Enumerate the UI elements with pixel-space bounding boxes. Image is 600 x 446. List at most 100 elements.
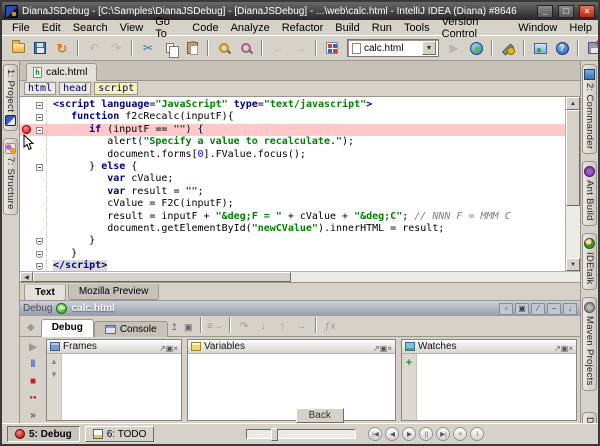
breakpoint-gutter[interactable] bbox=[20, 111, 34, 123]
fold-gutter[interactable] bbox=[34, 111, 47, 123]
code-line[interactable]: function f2cRecalc(inputF){ bbox=[20, 111, 565, 123]
code-line[interactable]: document.getElementById("newCValue").inn… bbox=[20, 223, 565, 235]
player-close-button[interactable]: × bbox=[453, 427, 467, 441]
close-panel-icon[interactable]: × bbox=[568, 344, 573, 353]
fold-icon[interactable] bbox=[36, 114, 43, 121]
dock-tab-7-structure[interactable]: 7: Structure bbox=[3, 138, 18, 215]
show-execution-point-button[interactable]: ≡→ bbox=[206, 318, 225, 334]
fold-icon[interactable] bbox=[36, 164, 43, 171]
toolwindow-button-6-todo[interactable]: 6: TODO bbox=[85, 426, 155, 442]
settings-button[interactable] bbox=[497, 38, 519, 58]
player-seek-slider[interactable] bbox=[246, 429, 356, 439]
menu-item-file[interactable]: File bbox=[6, 21, 36, 35]
menu-item-window[interactable]: Window bbox=[512, 21, 563, 35]
float-tab-icon[interactable]: ▣ bbox=[181, 322, 196, 336]
pause-button[interactable]: ‖ bbox=[24, 358, 42, 370]
pin-window-icon[interactable]: ⁄ bbox=[531, 303, 545, 315]
fold-gutter[interactable] bbox=[34, 99, 47, 111]
code-line[interactable]: alert("Specify a value to recalculate.")… bbox=[20, 136, 565, 148]
fold-icon[interactable] bbox=[36, 102, 43, 109]
fold-gutter[interactable] bbox=[34, 149, 47, 161]
cut-button[interactable]: ✂ bbox=[137, 38, 159, 58]
float-panel-icon[interactable]: ↗ bbox=[159, 344, 166, 353]
fold-icon[interactable] bbox=[36, 263, 43, 270]
panel-content-watches[interactable] bbox=[417, 354, 576, 420]
help-button[interactable]: ? bbox=[551, 38, 573, 58]
run-configuration-combo[interactable]: calc.html▼ bbox=[347, 39, 439, 57]
float-window-icon[interactable]: ▫ bbox=[499, 303, 513, 315]
close-panel-icon[interactable]: × bbox=[387, 344, 392, 353]
code-line[interactable]: </script> bbox=[20, 260, 565, 271]
code-line[interactable]: <script language="JavaScript" type="text… bbox=[20, 99, 565, 111]
scroll-track[interactable] bbox=[566, 206, 580, 258]
code-line[interactable]: } else { bbox=[20, 161, 565, 173]
run-button[interactable]: ▶ bbox=[443, 38, 465, 58]
hide-window-icon[interactable]: ↓ bbox=[563, 303, 577, 315]
save-all-button[interactable] bbox=[29, 38, 51, 58]
player-rewind-button[interactable]: |◀ bbox=[368, 427, 382, 441]
view-tab-text[interactable]: Text bbox=[24, 284, 66, 301]
find-in-path-button[interactable] bbox=[235, 38, 257, 58]
combo-dropdown-arrow-icon[interactable]: ▼ bbox=[422, 41, 436, 55]
run-to-cursor-button[interactable]: → bbox=[292, 318, 311, 334]
dock-tab-ant-build[interactable]: Ant Build bbox=[582, 161, 597, 226]
editor-vertical-scrollbar[interactable]: ▲ ▼ bbox=[565, 97, 580, 271]
breadcrumb-head[interactable]: head bbox=[59, 82, 91, 95]
menu-item-help[interactable]: Help bbox=[563, 21, 598, 35]
fold-gutter[interactable] bbox=[34, 223, 47, 235]
step-over-button[interactable]: ↷ bbox=[235, 318, 254, 334]
breakpoint-gutter[interactable] bbox=[20, 260, 34, 271]
step-into-button[interactable]: ↓ bbox=[254, 318, 273, 334]
resume-button[interactable]: ▶ bbox=[24, 341, 42, 353]
editor-tab-calc-html[interactable]: hcalc.html bbox=[26, 63, 97, 81]
code-line[interactable]: result = inputF + "&deg;F = " + cValue +… bbox=[20, 211, 565, 223]
dock-tab-idetalk[interactable]: IDEtalk bbox=[582, 233, 597, 290]
fold-gutter[interactable] bbox=[34, 248, 47, 260]
vertical-scroll-thumb[interactable] bbox=[566, 110, 580, 206]
dock-tab-1-project[interactable]: 1: Project bbox=[3, 64, 18, 131]
more-options-button[interactable]: » bbox=[24, 409, 42, 421]
scroll-down-button[interactable]: ▼ bbox=[566, 258, 580, 271]
menu-item-view[interactable]: View bbox=[114, 21, 150, 35]
back-button[interactable]: ← bbox=[267, 38, 289, 58]
code-line[interactable]: var cValue; bbox=[20, 173, 565, 185]
player-forward-button[interactable]: ▶| bbox=[436, 427, 450, 441]
code-line[interactable]: } bbox=[20, 248, 565, 260]
scroll-left-button[interactable]: ◀ bbox=[20, 272, 33, 282]
player-play-button[interactable]: ▶ bbox=[402, 427, 416, 441]
code-line[interactable]: } bbox=[20, 235, 565, 247]
fold-gutter[interactable] bbox=[34, 161, 47, 173]
code-line[interactable]: if (inputF == "") { bbox=[20, 124, 565, 136]
copy-button[interactable] bbox=[159, 38, 181, 58]
back-button[interactable]: Back bbox=[296, 408, 344, 423]
float-panel-icon[interactable]: ↗ bbox=[373, 344, 380, 353]
player-info-button[interactable]: i bbox=[470, 427, 484, 441]
debug-tab-console[interactable]: Console bbox=[94, 321, 168, 337]
fold-icon[interactable] bbox=[36, 251, 43, 258]
step-out-button[interactable]: ↑ bbox=[273, 318, 292, 334]
previous-frame-button[interactable]: ▲ bbox=[50, 357, 58, 366]
menu-item-code[interactable]: Code bbox=[186, 21, 224, 35]
editor[interactable]: <script language="JavaScript" type="text… bbox=[20, 97, 580, 282]
menu-item-build[interactable]: Build bbox=[329, 21, 365, 35]
code-line[interactable]: document.forms[0].FValue.focus(); bbox=[20, 149, 565, 161]
fold-gutter[interactable] bbox=[34, 124, 47, 136]
view-tab-mozilla-preview[interactable]: Mozilla Preview bbox=[68, 284, 159, 300]
breakpoint-gutter[interactable] bbox=[20, 99, 34, 111]
evaluate-expression-button[interactable]: ƒx bbox=[321, 318, 340, 334]
debug-tab-debug[interactable]: Debug bbox=[41, 319, 94, 337]
player-back-button[interactable]: ◀ bbox=[385, 427, 399, 441]
menu-item-run[interactable]: Run bbox=[366, 21, 398, 35]
scroll-up-button[interactable]: ▲ bbox=[566, 97, 580, 110]
fold-gutter[interactable] bbox=[34, 211, 47, 223]
fold-gutter[interactable] bbox=[34, 198, 47, 210]
debug-window-header[interactable]: Debug ≫ calc.html ▫▣⁄−↓ bbox=[20, 301, 580, 316]
menu-item-search[interactable]: Search bbox=[67, 21, 114, 35]
menu-item-edit[interactable]: Edit bbox=[36, 21, 67, 35]
fold-gutter[interactable] bbox=[34, 136, 47, 148]
restore-window-icon[interactable]: ▣ bbox=[515, 303, 529, 315]
redo-button[interactable]: ↷ bbox=[105, 38, 127, 58]
fold-icon[interactable] bbox=[36, 238, 43, 245]
project-structure-button[interactable] bbox=[529, 38, 551, 58]
settings-grid-button[interactable] bbox=[321, 38, 343, 58]
